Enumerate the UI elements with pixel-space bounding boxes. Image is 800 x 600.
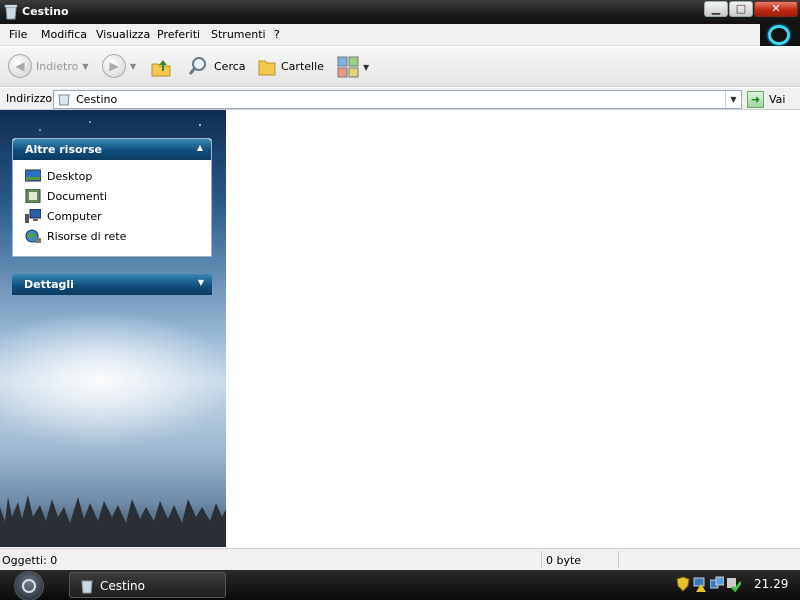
maximize-button[interactable]: □ xyxy=(729,1,753,17)
back-dropdown-icon[interactable]: ▼ xyxy=(82,62,88,71)
recycle-bin-icon xyxy=(81,580,93,594)
go-button[interactable]: ➜ Vai xyxy=(747,90,797,108)
glow-decoration xyxy=(0,310,226,450)
collapse-icon[interactable]: ▲ xyxy=(197,143,203,152)
close-icon: ✕ xyxy=(771,2,781,15)
views-icon xyxy=(337,56,359,78)
panel-title: Dettagli xyxy=(24,278,74,291)
brand-ring-icon xyxy=(768,25,790,45)
desktop-icon xyxy=(25,169,41,182)
documents-icon xyxy=(25,189,41,203)
close-button[interactable]: ✕ xyxy=(754,1,798,17)
status-bar: Oggetti: 0 0 byte xyxy=(0,548,800,570)
menu-bar: File Modifica Visualizza Preferiti Strum… xyxy=(0,24,760,46)
network-connection-icon[interactable] xyxy=(710,576,724,592)
expand-icon[interactable]: ▼ xyxy=(198,278,204,287)
up-folder-button[interactable] xyxy=(150,56,172,78)
start-orb-icon xyxy=(22,579,36,593)
status-size: 0 byte xyxy=(546,554,582,567)
search-button[interactable]: Cerca xyxy=(187,55,246,77)
link-computer[interactable]: Computer xyxy=(25,206,211,226)
folders-button[interactable]: Cartelle xyxy=(256,55,324,77)
views-button[interactable]: ▼ xyxy=(337,56,369,78)
menu-visualizza[interactable]: Visualizza xyxy=(96,28,150,41)
go-label: Vai xyxy=(769,92,786,106)
search-label: Cerca xyxy=(214,59,246,73)
menu-preferiti[interactable]: Preferiti xyxy=(157,28,200,41)
window-title: Cestino xyxy=(22,5,69,18)
network-warning-icon[interactable] xyxy=(693,576,707,592)
search-icon xyxy=(188,57,206,75)
folders-label: Cartelle xyxy=(281,59,324,73)
address-value: Cestino xyxy=(76,93,118,106)
address-field[interactable]: Cestino ▼ xyxy=(53,90,742,109)
toolbar: ◀ Indietro ▼ ▶ ▼ Cerca Cartelle ▼ xyxy=(0,47,800,87)
recycle-bin-icon xyxy=(58,94,70,106)
network-icon xyxy=(25,229,41,243)
forward-dropdown-icon[interactable]: ▼ xyxy=(130,62,136,71)
other-places-panel: Altre risorse ▲ Desktop Documenti Comput… xyxy=(12,138,212,257)
file-list-area[interactable] xyxy=(226,110,800,547)
menu-file[interactable]: File xyxy=(9,28,27,41)
status-object-count: Oggetti: 0 xyxy=(2,554,58,567)
brand-logo xyxy=(760,24,800,46)
system-tray xyxy=(676,576,741,592)
taskbar-window-label: Cestino xyxy=(100,579,145,593)
title-bar: Cestino ▁ □ ✕ xyxy=(0,0,800,24)
details-header[interactable]: Dettagli ▼ xyxy=(12,274,212,295)
status-separator xyxy=(618,551,619,568)
menu-strumenti[interactable]: Strumenti xyxy=(211,28,266,41)
link-desktop[interactable]: Desktop xyxy=(25,166,211,186)
link-label: Documenti xyxy=(47,189,108,203)
status-separator xyxy=(541,551,542,568)
address-label: Indirizzo xyxy=(6,92,53,105)
address-bar: Indirizzo Cestino ▼ ➜ Vai xyxy=(0,88,800,110)
clock[interactable]: 21.29 xyxy=(754,577,788,591)
link-network[interactable]: Risorse di rete xyxy=(25,226,211,246)
back-button[interactable]: ◀ Indietro ▼ xyxy=(8,54,89,78)
back-label: Indietro xyxy=(36,59,79,73)
maximize-icon: □ xyxy=(735,2,747,15)
views-dropdown-icon[interactable]: ▼ xyxy=(363,63,369,72)
link-label: Risorse di rete xyxy=(47,229,127,243)
recycle-bin-icon xyxy=(4,4,18,20)
go-arrow-icon: ➜ xyxy=(747,90,764,108)
up-folder-icon xyxy=(151,60,171,77)
taskbar: Cestino 21.29 xyxy=(0,570,800,600)
details-panel: Dettagli ▼ xyxy=(12,274,212,295)
taskbar-window-button[interactable]: Cestino xyxy=(69,572,226,598)
folders-icon xyxy=(258,60,276,76)
forward-arrow-icon: ▶ xyxy=(102,54,126,78)
link-label: Computer xyxy=(47,209,102,223)
security-shield-icon[interactable] xyxy=(676,576,690,592)
minimize-icon: ▁ xyxy=(711,2,721,15)
panel-title: Altre risorse xyxy=(25,143,102,156)
computer-icon xyxy=(25,209,41,223)
task-pane: Altre risorse ▲ Desktop Documenti Comput… xyxy=(0,110,226,547)
address-dropdown-icon[interactable]: ▼ xyxy=(725,91,741,108)
back-arrow-icon: ◀ xyxy=(8,54,32,78)
link-label: Desktop xyxy=(47,169,93,183)
menu-help[interactable]: ? xyxy=(274,28,280,41)
other-places-header[interactable]: Altre risorse ▲ xyxy=(13,139,211,160)
security-check-icon[interactable] xyxy=(727,576,741,592)
grass-decoration xyxy=(0,495,226,547)
minimize-button[interactable]: ▁ xyxy=(704,1,728,17)
menu-modifica[interactable]: Modifica xyxy=(41,28,87,41)
forward-button[interactable]: ▶ ▼ xyxy=(102,54,136,78)
link-documents[interactable]: Documenti xyxy=(25,186,211,206)
start-button[interactable] xyxy=(14,571,44,600)
